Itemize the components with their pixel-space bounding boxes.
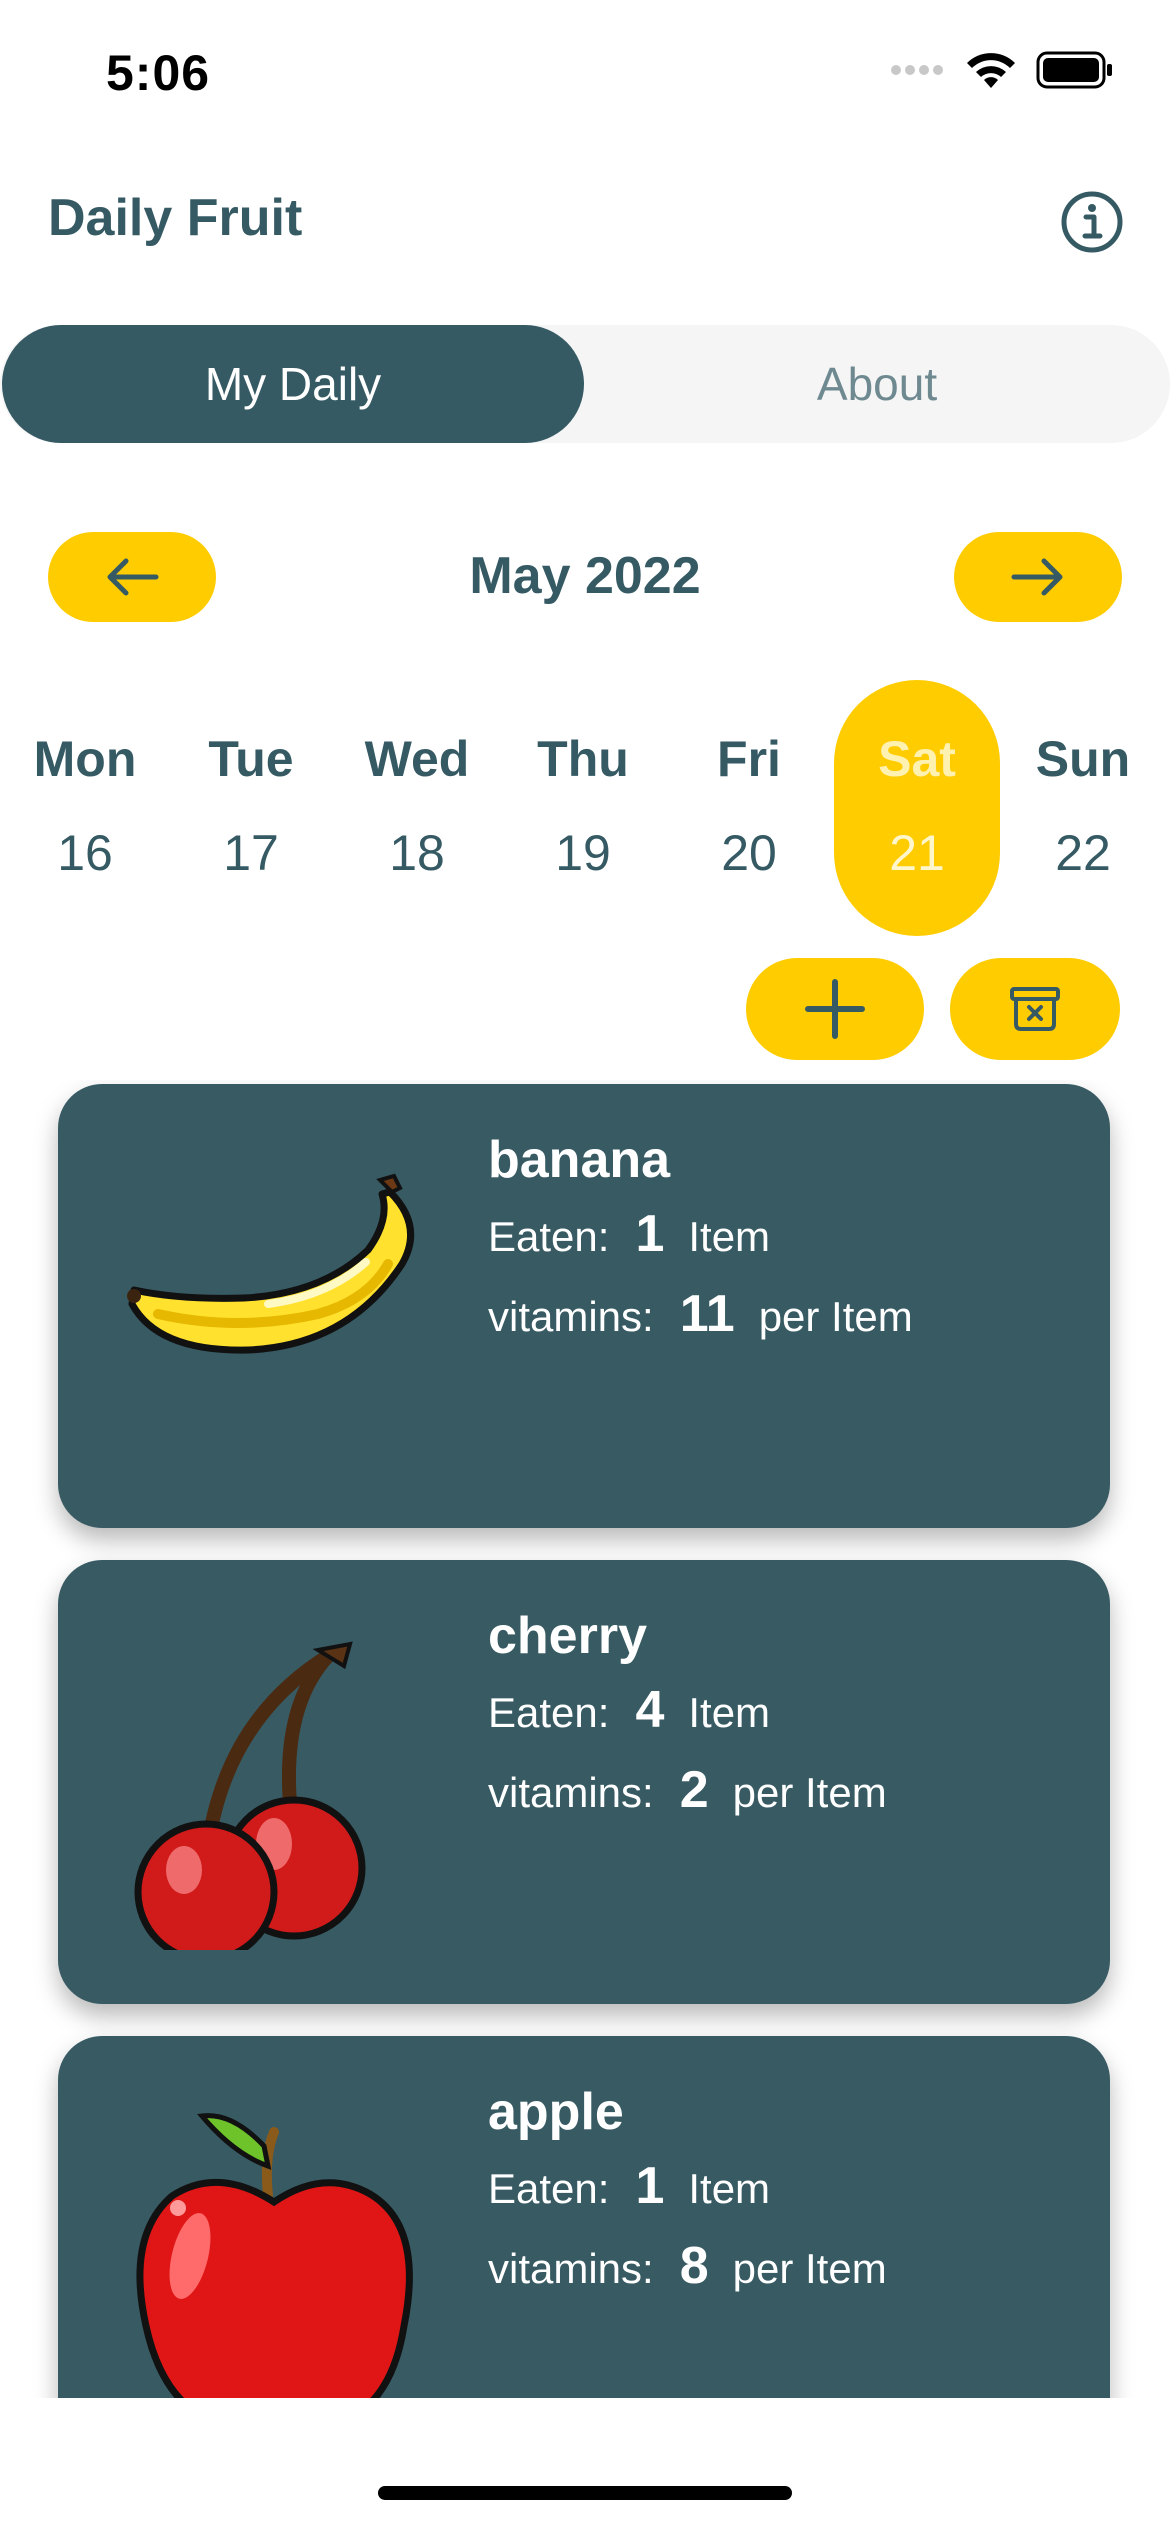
day-name: Tue: [208, 731, 294, 787]
day-sun[interactable]: Sun 22: [1000, 680, 1166, 936]
eaten-count: 1: [635, 2157, 665, 2215]
day-name: Thu: [537, 731, 629, 787]
cherry-icon: [134, 1641, 366, 1950]
status-time: 5:06: [106, 45, 211, 101]
tab-my-daily[interactable]: My Daily: [2, 325, 584, 443]
eaten-unit: Item: [688, 2165, 771, 2212]
wifi-icon: [967, 53, 1015, 88]
apple-icon: [136, 2113, 413, 2398]
eaten-row: Eaten: 1 Item: [488, 1204, 770, 1264]
day-fri[interactable]: Fri 20: [666, 680, 832, 936]
vitamins-label: vitamins:: [488, 2245, 654, 2292]
vitamins-unit: per Item: [732, 1769, 887, 1816]
day-name: Sat: [878, 731, 956, 787]
fruit-name: banana: [488, 1131, 671, 1189]
vitamins-value: 11: [679, 1285, 735, 1343]
banana-icon: [127, 1173, 415, 1354]
fruit-card-banana[interactable]: banana Eaten: 1 Item vitamins: 11 per It…: [58, 1084, 1110, 1528]
vitamins-unit: per Item: [758, 1293, 913, 1340]
eaten-label: Eaten:: [488, 1689, 610, 1736]
day-number: 21: [889, 825, 945, 881]
delete-day-button[interactable]: [950, 958, 1120, 1060]
vitamins-value: 2: [679, 1761, 709, 1819]
eaten-label: Eaten:: [488, 2165, 610, 2212]
day-name: Sun: [1035, 731, 1131, 787]
eaten-label: Eaten:: [488, 1213, 610, 1260]
fruit-card-apple[interactable]: apple Eaten: 1 Item vitamins: 8 per Item: [58, 2036, 1110, 2398]
day-name: Wed: [364, 731, 470, 787]
day-number: 22: [1055, 825, 1111, 881]
eaten-unit: Item: [688, 1213, 771, 1260]
info-button[interactable]: [1060, 190, 1124, 254]
info-icon: [1061, 191, 1123, 253]
segmented-tabs: My Daily About: [0, 325, 1170, 443]
day-number: 18: [389, 825, 445, 881]
add-fruit-button[interactable]: [746, 958, 924, 1060]
day-number: 19: [555, 825, 611, 881]
home-indicator[interactable]: [378, 2486, 792, 2500]
eaten-count: 4: [635, 1681, 665, 1739]
vitamins-label: vitamins:: [488, 1769, 654, 1816]
day-sat-selected[interactable]: Sat 21: [834, 680, 1000, 936]
day-number: 17: [223, 825, 279, 881]
vitamins-unit: per Item: [732, 2245, 887, 2292]
vitamins-row: vitamins: 8 per Item: [488, 2236, 887, 2296]
day-name: Mon: [33, 731, 137, 787]
fruit-name: cherry: [488, 1607, 647, 1665]
fruit-list[interactable]: banana Eaten: 1 Item vitamins: 11 per It…: [0, 1080, 1170, 2398]
vitamins-value: 8: [679, 2237, 709, 2295]
fruit-card-cherry[interactable]: cherry Eaten: 4 Item vitamins: 2 per Ite…: [58, 1560, 1110, 2004]
vitamins-row: vitamins: 2 per Item: [488, 1760, 887, 1820]
eaten-row: Eaten: 4 Item: [488, 1680, 770, 1740]
day-number: 20: [721, 825, 777, 881]
day-name: Fri: [717, 731, 781, 787]
eaten-row: Eaten: 1 Item: [488, 2156, 770, 2216]
page-title: Daily Fruit: [48, 189, 303, 247]
status-icons: [890, 50, 1114, 90]
eaten-count: 1: [635, 1205, 665, 1263]
tab-about[interactable]: About: [584, 325, 1170, 443]
vitamins-label: vitamins:: [488, 1293, 654, 1340]
day-thu[interactable]: Thu 19: [500, 680, 666, 936]
plus-icon: [805, 979, 865, 1039]
arrow-right-icon: [1011, 558, 1063, 596]
day-wed[interactable]: Wed 18: [334, 680, 500, 936]
vitamins-row: vitamins: 11 per Item: [488, 1284, 913, 1344]
day-mon[interactable]: Mon 16: [2, 680, 168, 936]
next-month-button[interactable]: [954, 532, 1122, 622]
day-tue[interactable]: Tue 17: [168, 680, 334, 936]
battery-icon: [1036, 51, 1112, 89]
fruit-name: apple: [488, 2083, 624, 2141]
day-number: 16: [57, 825, 113, 881]
cellular-signal-icon: [891, 65, 943, 75]
archive-delete-icon: [1010, 987, 1060, 1031]
eaten-unit: Item: [688, 1689, 771, 1736]
